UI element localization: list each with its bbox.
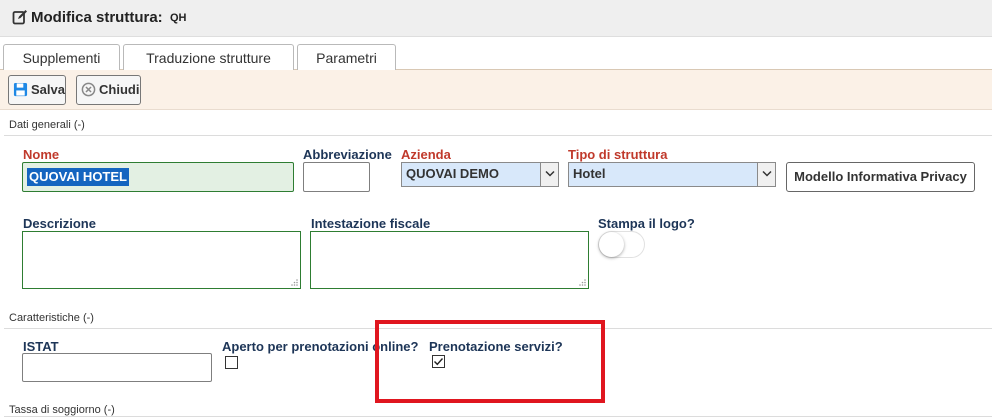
edit-icon	[12, 10, 27, 25]
title-bar: Modifica struttura: QH	[0, 0, 992, 37]
description-textarea[interactable]	[22, 231, 301, 289]
structure-type-label: Tipo di struttura	[568, 147, 668, 162]
services-booking-label: Prenotazione servizi?	[429, 339, 563, 354]
abbreviation-input[interactable]	[303, 162, 370, 192]
tab-parametri[interactable]: Parametri	[297, 44, 396, 71]
fiscal-header-textarea[interactable]	[310, 231, 589, 289]
divider	[4, 328, 992, 329]
company-label: Azienda	[401, 147, 451, 162]
section-tax-header[interactable]: Tassa di soggiorno (-)	[9, 404, 115, 416]
print-logo-label: Stampa il logo?	[598, 216, 695, 231]
toolbar: Salva Chiudi	[0, 70, 992, 110]
online-booking-checkbox[interactable]	[225, 356, 238, 369]
name-input[interactable]: QUOVAI HOTEL	[22, 162, 294, 192]
close-circle-icon	[81, 82, 96, 97]
description-label: Descrizione	[23, 216, 96, 231]
structure-code: QH	[170, 12, 187, 24]
name-input-value: QUOVAI HOTEL	[27, 168, 129, 186]
highlight-box	[375, 320, 605, 403]
tab-supplementi[interactable]: Supplementi	[3, 44, 120, 71]
company-select-value: QUOVAI DEMO	[406, 166, 499, 181]
divider	[4, 416, 992, 417]
fiscal-header-label: Intestazione fiscale	[311, 216, 431, 231]
chevron-down-icon	[545, 170, 555, 177]
divider	[4, 135, 992, 136]
resize-grip-icon[interactable]	[291, 279, 298, 286]
company-select-arrow[interactable]	[540, 163, 558, 186]
section-features-header[interactable]: Caratteristiche (-)	[9, 312, 94, 324]
tab-traduzione-strutture[interactable]: Traduzione strutture	[123, 44, 294, 71]
resize-grip-icon[interactable]	[579, 279, 586, 286]
structure-type-select[interactable]: Hotel	[568, 162, 776, 187]
structure-type-select-arrow[interactable]	[757, 163, 775, 186]
istat-label: ISTAT	[23, 339, 59, 354]
istat-input[interactable]	[22, 353, 212, 382]
toggle-knob	[599, 232, 624, 257]
structure-type-select-value: Hotel	[573, 166, 606, 181]
tab-bar: Supplementi Traduzione strutture Paramet…	[0, 38, 992, 71]
save-button-label: Salva	[31, 82, 65, 97]
abbreviation-label: Abbreviazione	[303, 147, 392, 162]
page-title: Modifica struttura:	[31, 9, 163, 26]
services-booking-checkbox[interactable]	[432, 355, 445, 368]
close-button[interactable]: Chiudi	[76, 75, 141, 105]
save-icon	[13, 82, 28, 97]
online-booking-label: Aperto per prenotazioni online?	[222, 339, 419, 354]
checkmark-icon	[434, 358, 444, 366]
close-button-label: Chiudi	[99, 82, 140, 97]
print-logo-toggle[interactable]	[598, 231, 645, 258]
privacy-template-button[interactable]: Modello Informativa Privacy	[786, 162, 975, 192]
name-label: Nome	[23, 147, 60, 162]
save-button[interactable]: Salva	[8, 75, 66, 105]
company-select[interactable]: QUOVAI DEMO	[401, 162, 559, 187]
chevron-down-icon	[762, 170, 772, 177]
section-general-header[interactable]: Dati generali (-)	[9, 119, 85, 131]
